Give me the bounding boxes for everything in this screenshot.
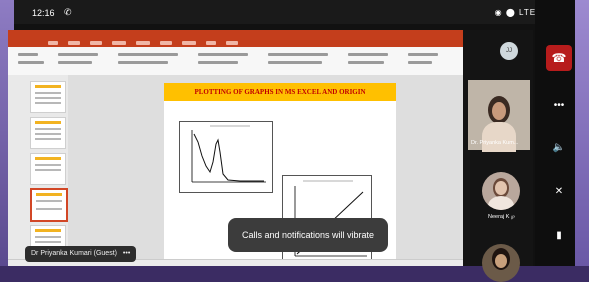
presenter-name: Dr Priyanka Kumari (Guest) <box>31 250 117 257</box>
slide-title: PLOTTING OF GRAPHS IN MS EXCEL AND ORIGI… <box>164 83 396 101</box>
participant-tile[interactable] <box>482 244 520 282</box>
mic-off-icon[interactable]: ✕ <box>549 186 569 197</box>
more-options-icon[interactable]: ••• <box>549 100 569 111</box>
participant-name: Neeraj K ℘ <box>488 214 515 220</box>
presenter-name-pill[interactable]: Dr Priyanka Kumari (Guest) ••• <box>25 246 137 262</box>
call-indicator-icon: ✆ <box>64 7 72 17</box>
status-time: 12:16 <box>32 8 55 18</box>
slide-thumbnails <box>8 75 69 266</box>
status-bar: 12:16 ✆ ◉ ⬤ LTE ▮ 88% <box>14 0 575 24</box>
participant-tile-self[interactable]: Dr. Priyanka Kum... <box>468 80 530 152</box>
ppt-ribbon <box>8 47 463 76</box>
spectrum-chart <box>179 121 273 193</box>
end-call-button[interactable]: ☎ <box>546 45 572 71</box>
ppt-title-bar <box>8 30 463 39</box>
phone-hangup-icon: ☎ <box>551 51 567 65</box>
participant-name: Dr. Priyanka Kum... <box>471 140 519 146</box>
slide-thumbnail[interactable] <box>30 153 66 185</box>
ppt-ribbon-tabs <box>8 39 463 47</box>
slide-thumbnail[interactable] <box>30 81 66 113</box>
more-dots-icon[interactable]: ••• <box>123 250 130 257</box>
slide-thumbnail[interactable] <box>30 117 66 149</box>
participant-avatar[interactable]: JJ <box>500 42 518 60</box>
notification-toast: Calls and notifications will vibrate <box>228 218 388 252</box>
call-controls <box>535 0 575 266</box>
speaker-icon[interactable]: 🔈 <box>549 142 569 153</box>
participant-tile-neeraj[interactable] <box>482 172 520 210</box>
video-off-icon[interactable]: ▮ <box>549 230 569 241</box>
slide-thumbnail-selected[interactable] <box>30 188 68 222</box>
background-right <box>575 0 589 266</box>
